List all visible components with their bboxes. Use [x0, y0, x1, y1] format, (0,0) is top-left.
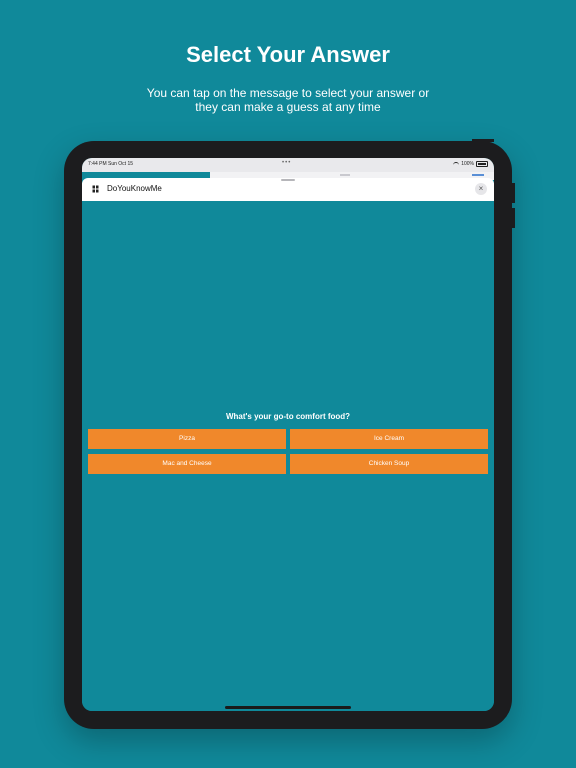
answer-button-pizza[interactable]: Pizza [88, 429, 286, 449]
message-content: What's your go-to comfort food? Pizza Ic… [82, 201, 494, 711]
app-logo-icon [91, 184, 100, 194]
answer-button-ice-cream[interactable]: Ice Cream [290, 429, 488, 449]
app-name: DoYouKnowMe [107, 184, 162, 193]
answer-button-mac-and-cheese[interactable]: Mac and Cheese [88, 454, 286, 474]
battery-icon [476, 161, 488, 167]
power-button [472, 139, 494, 142]
background-app-title [340, 174, 350, 176]
promo-title: Select Your Answer [186, 42, 390, 67]
app-icon [91, 184, 100, 194]
multitasking-dots[interactable]: ••• [282, 160, 291, 166]
promo-subtitle: You can tap on the message to select you… [146, 86, 430, 114]
quiz-question: What's your go-to comfort food? [225, 412, 351, 421]
status-time: 7:44 PM Sun Oct 15 [88, 161, 134, 167]
status-indicators: 100% [453, 161, 488, 167]
status-bar: 7:44 PM Sun Oct 15 ••• 100% [82, 158, 494, 172]
volume-button [512, 208, 515, 228]
tablet-screen: 7:44 PM Sun Oct 15 ••• 100% DoYouKnowMe … [82, 158, 494, 711]
answer-button-chicken-soup[interactable]: Chicken Soup [290, 454, 488, 474]
close-button[interactable]: × [475, 183, 487, 195]
volume-button [512, 183, 515, 203]
home-indicator[interactable] [225, 706, 351, 709]
sheet-header: DoYouKnowMe × [82, 178, 494, 201]
battery-percent: 100% [461, 161, 474, 167]
background-app-action [472, 174, 484, 176]
wifi-icon [453, 161, 460, 167]
sheet-grabber[interactable] [281, 179, 295, 181]
